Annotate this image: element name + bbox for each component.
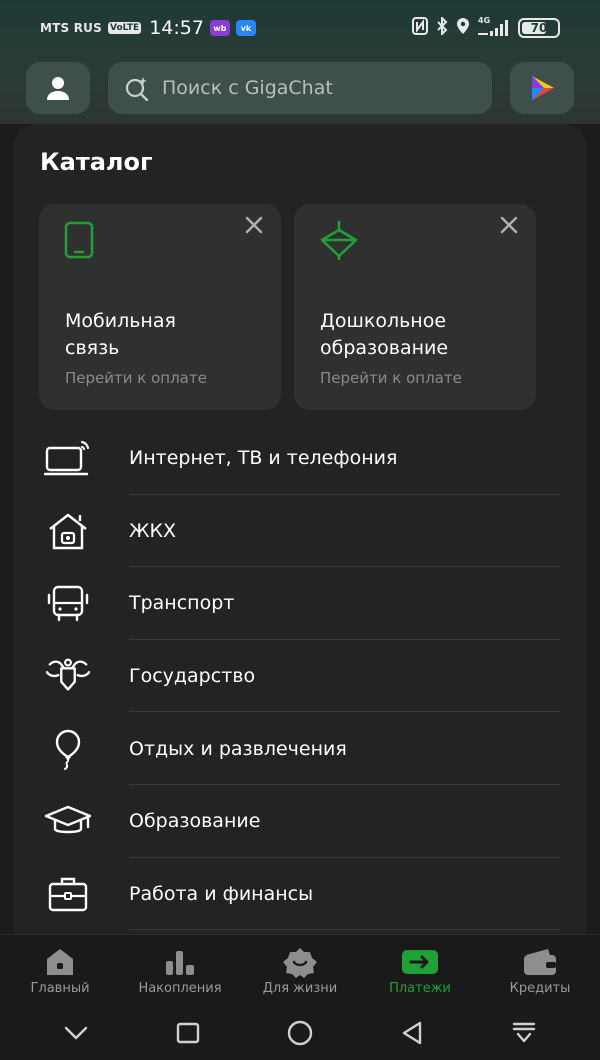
bars-icon — [163, 947, 197, 977]
system-navigation-bar — [0, 1006, 600, 1060]
catalog-item-education[interactable]: Образование — [14, 785, 586, 858]
notification-pull-icon[interactable] — [504, 1013, 544, 1053]
house-icon — [44, 509, 92, 553]
bus-icon — [44, 581, 92, 625]
bluetooth-icon — [436, 15, 448, 39]
location-icon — [456, 17, 470, 39]
nav-credits[interactable]: Кредиты — [480, 935, 600, 1006]
catalog-item-label: ЖКХ — [129, 519, 176, 542]
status-right: 4G 70 — [412, 15, 560, 39]
volte-badge: VoLTE — [107, 22, 142, 34]
catalog-item-internet[interactable]: Интернет, ТВ и телефония — [14, 422, 586, 495]
tile-title: Мобильная связь — [65, 310, 176, 359]
nav-for-life[interactable]: Для жизни — [240, 935, 360, 1006]
catalog-item-label: Государство — [129, 665, 256, 688]
payments-icon — [400, 947, 440, 977]
catalog-list: Интернет, ТВ и телефония ЖКХ Транспорт Г… — [14, 422, 586, 931]
catalog-item-label: Интернет, ТВ и телефония — [129, 447, 398, 470]
gigachat-button[interactable] — [510, 62, 574, 114]
status-time: 14:57 — [149, 17, 204, 39]
catalog-item-label: Работа и финансы — [129, 882, 314, 905]
catalog-panel: Каталог Мобильная связь Перейти к оплате… — [14, 124, 586, 940]
catalog-item-label: Образование — [129, 810, 261, 833]
catalog-title: Каталог — [40, 148, 153, 176]
tile-subtitle: Перейти к оплате — [65, 369, 207, 387]
nav-savings[interactable]: Накопления — [120, 935, 240, 1006]
gigachat-logo-icon — [532, 76, 554, 100]
status-left: MTS RUS VoLTE 14:57 wb vk — [40, 17, 256, 39]
home-icon — [43, 947, 77, 977]
nav-home[interactable]: Главный — [0, 935, 120, 1006]
gigachat-search-icon — [125, 77, 149, 101]
nav-label: Накопления — [138, 981, 222, 996]
catalog-item-government[interactable]: Государство — [14, 640, 586, 713]
nav-label: Главный — [30, 981, 90, 996]
spinning-top-icon — [318, 220, 360, 264]
top-header: Поиск с GigaChat — [26, 62, 574, 114]
signal-icon: 4G — [478, 16, 510, 37]
nav-payments[interactable]: Платежи — [360, 935, 480, 1006]
profile-button[interactable] — [26, 62, 90, 114]
tile-subtitle: Перейти к оплате — [320, 369, 462, 387]
collapse-chevron-icon[interactable] — [56, 1013, 96, 1053]
catalog-item-work-finance[interactable]: Работа и финансы — [14, 858, 586, 931]
briefcase-icon — [44, 872, 92, 916]
nfc-icon — [412, 17, 428, 39]
phone-icon — [63, 220, 97, 264]
recent-apps-icon[interactable] — [168, 1013, 208, 1053]
tile-preschool[interactable]: Дошкольное образование Перейти к оплате — [294, 204, 536, 410]
search-placeholder: Поиск с GigaChat — [162, 77, 333, 99]
catalog-item-leisure[interactable]: Отдых и развлечения — [14, 712, 586, 785]
profile-icon — [47, 77, 69, 100]
carrier-name: MTS RUS — [40, 21, 102, 35]
bottom-navigation: Главный Накопления Для жизни Платежи Кре… — [0, 934, 600, 1006]
wallet-icon — [522, 947, 558, 977]
back-triangle-icon[interactable] — [392, 1013, 432, 1053]
nav-label: Для жизни — [262, 981, 338, 996]
battery-percent: 70 — [530, 21, 548, 35]
catalog-item-label: Отдых и развлечения — [129, 737, 347, 760]
catalog-item-transport[interactable]: Транспорт — [14, 567, 586, 640]
network-type: 4G — [478, 16, 491, 25]
nav-label: Кредиты — [509, 981, 571, 996]
close-icon[interactable] — [498, 214, 520, 236]
search-input[interactable]: Поиск с GigaChat — [108, 62, 492, 114]
vk-notification-icon: vk — [235, 20, 256, 36]
emblem-icon — [44, 654, 92, 698]
wildberries-notification-icon: wb — [209, 20, 230, 36]
smile-icon — [281, 947, 319, 978]
balloon-icon — [44, 727, 92, 771]
close-icon[interactable] — [243, 214, 265, 236]
catalog-item-label: Транспорт — [129, 592, 235, 615]
home-circle-icon[interactable] — [280, 1013, 320, 1053]
divider — [129, 929, 560, 931]
catalog-item-housing[interactable]: ЖКХ — [14, 495, 586, 568]
tile-title: Дошкольное образование — [320, 310, 449, 359]
battery-indicator: 70 — [518, 18, 560, 38]
nav-label: Платежи — [389, 981, 451, 996]
status-bar: MTS RUS VoLTE 14:57 wb vk 4G 70 — [0, 0, 600, 56]
tile-mobile[interactable]: Мобильная связь Перейти к оплате — [39, 204, 281, 410]
internet-tv-icon — [44, 436, 92, 480]
graduation-cap-icon — [44, 799, 92, 843]
